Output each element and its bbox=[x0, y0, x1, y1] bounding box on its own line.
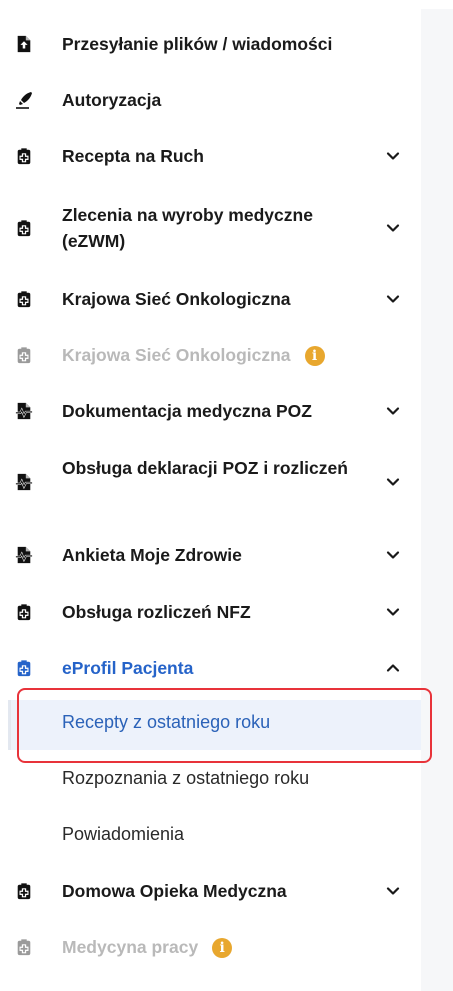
menu-item-recepta-na-ruch[interactable]: Recepta na Ruch bbox=[0, 140, 421, 172]
menu-item-deklaracje-poz[interactable]: Obsługa deklaracji POZ i rozliczeń bbox=[0, 449, 421, 515]
menu-item-ankieta-moje-zdrowie[interactable]: Ankieta Moje Zdrowie bbox=[0, 539, 421, 571]
menu-item-krajowa-siec-onkologiczna-disabled: Krajowa Sieć Onkologiczna i bbox=[0, 339, 421, 371]
menu-item-label: Ankieta Moje Zdrowie bbox=[62, 545, 242, 565]
file-medical-icon bbox=[14, 545, 34, 565]
file-medical-icon bbox=[14, 472, 34, 492]
submenu-active-indicator bbox=[8, 700, 11, 750]
clipboard-medical-icon bbox=[14, 658, 34, 678]
file-medical-icon bbox=[14, 401, 34, 421]
menu-item-przesylanie[interactable]: Przesyłanie plików / wiadomości bbox=[0, 28, 421, 60]
clipboard-medical-icon bbox=[14, 937, 34, 957]
chevron-down-icon[interactable] bbox=[385, 148, 401, 164]
clipboard-medical-icon bbox=[14, 602, 34, 622]
menu-item-dokumentacja-poz[interactable]: Dokumentacja medyczna POZ bbox=[0, 395, 421, 427]
menu-item-label: Autoryzacja bbox=[62, 90, 162, 110]
clipboard-medical-icon bbox=[14, 146, 34, 166]
chevron-down-icon[interactable] bbox=[385, 547, 401, 563]
menu-item-label: Obsługa deklaracji POZ i rozliczeń bbox=[62, 458, 348, 478]
clipboard-medical-icon bbox=[14, 218, 34, 238]
info-icon[interactable]: i bbox=[212, 938, 233, 959]
chevron-down-icon[interactable] bbox=[385, 474, 401, 490]
menu-item-zlecenia-ezwm[interactable]: Zlecenia na wyroby medyczne (eZWM) bbox=[0, 196, 421, 260]
menu-item-autoryzacja[interactable]: Autoryzacja bbox=[0, 84, 421, 116]
menu-item-medycyna-pracy-disabled: Medycyna pracy i bbox=[0, 931, 421, 963]
menu-item-label: Domowa Opieka Medyczna bbox=[62, 881, 287, 901]
chevron-down-icon[interactable] bbox=[385, 291, 401, 307]
submenu-item-powiadomienia[interactable]: Powiadomienia bbox=[62, 824, 184, 845]
menu-item-rozliczenia-nfz[interactable]: Obsługa rozliczeń NFZ bbox=[0, 596, 421, 628]
highlight-annotation bbox=[17, 688, 432, 763]
clipboard-medical-icon bbox=[14, 289, 34, 309]
clipboard-medical-icon bbox=[14, 881, 34, 901]
menu-item-eprofil-pacjenta[interactable]: eProfil Pacjenta bbox=[0, 652, 421, 684]
chevron-down-icon[interactable] bbox=[385, 604, 401, 620]
menu-item-label: Zlecenia na wyroby medyczne (eZWM) bbox=[62, 205, 313, 251]
menu-item-label: Krajowa Sieć Onkologiczna i bbox=[62, 342, 361, 368]
menu-item-krajowa-siec-onkologiczna[interactable]: Krajowa Sieć Onkologiczna bbox=[0, 283, 421, 315]
chevron-down-icon[interactable] bbox=[385, 220, 401, 236]
menu-item-label: Medycyna pracy i bbox=[62, 934, 361, 960]
menu-item-label: Przesyłanie plików / wiadomości bbox=[62, 34, 333, 54]
content-area-edge bbox=[421, 9, 453, 991]
chevron-down-icon[interactable] bbox=[385, 403, 401, 419]
chevron-up-icon[interactable] bbox=[385, 660, 401, 676]
chevron-down-icon[interactable] bbox=[385, 883, 401, 899]
menu-item-label: Recepta na Ruch bbox=[62, 146, 204, 166]
menu-item-label: Obsługa rozliczeń NFZ bbox=[62, 602, 251, 622]
signature-pen-icon bbox=[14, 90, 34, 110]
menu-item-label: Dokumentacja medyczna POZ bbox=[62, 401, 312, 421]
menu-item-label: eProfil Pacjenta bbox=[62, 658, 194, 678]
menu-item-domowa-opieka[interactable]: Domowa Opieka Medyczna bbox=[0, 875, 421, 907]
menu-item-label: Krajowa Sieć Onkologiczna bbox=[62, 289, 291, 309]
info-icon[interactable]: i bbox=[304, 346, 325, 367]
file-upload-icon bbox=[14, 34, 34, 54]
submenu-item-rozpoznania[interactable]: Rozpoznania z ostatniego roku bbox=[62, 768, 309, 789]
clipboard-medical-icon bbox=[14, 345, 34, 365]
